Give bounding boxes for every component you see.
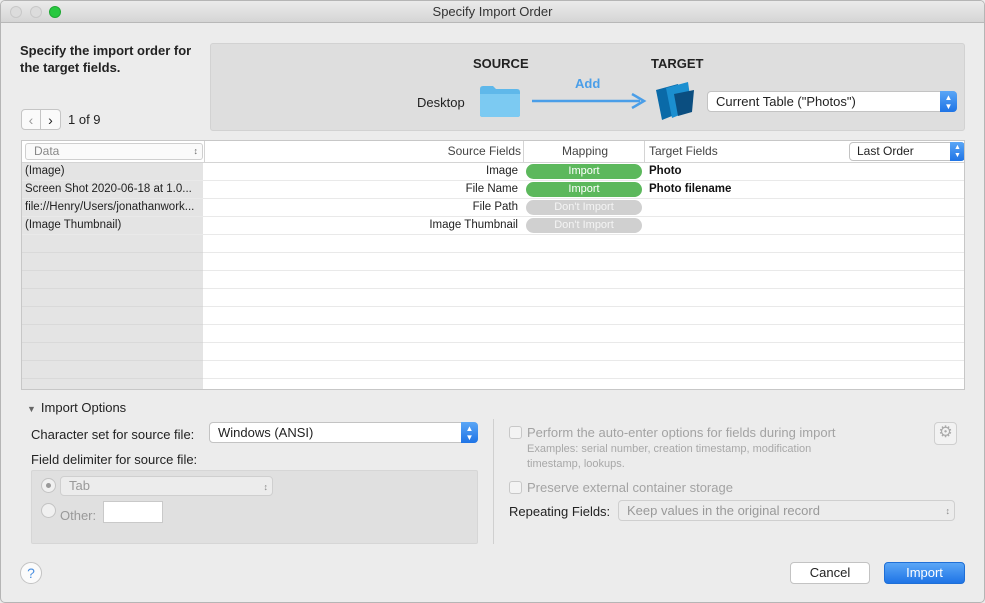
minimize-window-button[interactable] xyxy=(30,6,42,18)
autoenter-label: Perform the auto-enter options for field… xyxy=(527,425,836,440)
folder-icon xyxy=(480,86,520,117)
repeating-fields-select[interactable]: Keep values in the original record ↕ xyxy=(618,500,955,521)
arrow-right-icon xyxy=(532,93,647,109)
charset-select[interactable]: Windows (ANSI) ▲ ▼ xyxy=(209,422,478,443)
table-row[interactable]: file://Henry/Users/jonathanwork... File … xyxy=(22,199,964,217)
delimiter-select[interactable]: Tab ↕ xyxy=(60,476,273,496)
options-divider xyxy=(493,419,494,544)
help-button[interactable]: ? xyxy=(20,562,42,584)
delimiter-value: Tab xyxy=(69,478,90,493)
delimiter-other-radio[interactable] xyxy=(41,503,56,518)
charset-label: Character set for source file: xyxy=(31,427,195,442)
table-row[interactable]: Screen Shot 2020-06-18 at 1.0... File Na… xyxy=(22,181,964,199)
data-cell: file://Henry/Users/jonathanwork... xyxy=(25,201,195,213)
action-label: Add xyxy=(575,76,601,91)
window-title: Specify Import Order xyxy=(432,4,553,19)
preserve-storage-label: Preserve external container storage xyxy=(527,480,733,495)
mapping-toggle[interactable]: Import xyxy=(526,164,642,179)
data-cell: Screen Shot 2020-06-18 at 1.0... xyxy=(25,183,192,195)
source-field-cell: File Path xyxy=(472,201,518,213)
empty-row xyxy=(22,361,964,379)
empty-row xyxy=(22,343,964,361)
data-cell: (Image) xyxy=(25,165,65,177)
preserve-storage-checkbox[interactable] xyxy=(509,481,522,494)
other-label: Other: xyxy=(60,508,97,523)
zoom-window-button[interactable] xyxy=(49,6,61,18)
import-options-left: Character set for source file: Windows (… xyxy=(31,419,479,544)
table-row[interactable]: (Image Thumbnail) Image Thumbnail Don't … xyxy=(22,217,964,235)
select-stepper-icon: ▲ ▼ xyxy=(940,91,957,112)
mapping-header: Mapping xyxy=(562,144,609,158)
import-options-toggle[interactable]: ▼ Import Options xyxy=(27,400,126,415)
repeating-fields-value: Keep values in the original record xyxy=(627,503,820,518)
target-field-cell: Photo xyxy=(649,165,682,177)
table-row[interactable]: (Image) Image Import Photo xyxy=(22,163,964,181)
mapping-toggle[interactable]: Import xyxy=(526,182,642,197)
select-stepper-icon: ▲ ▼ xyxy=(950,142,964,161)
select-stepper-icon: ▲ ▼ xyxy=(461,422,478,443)
close-window-button[interactable] xyxy=(10,6,22,18)
delimiter-group: Tab ↕ Other: xyxy=(31,470,478,544)
disclosure-triangle-icon: ▼ xyxy=(27,404,36,414)
dialog-prompt: Specify the import order for the target … xyxy=(20,43,192,75)
order-select[interactable]: Last Order ▲ ▼ xyxy=(849,142,964,161)
delimiter-label: Field delimiter for source file: xyxy=(31,452,198,467)
target-field-cell: Photo filename xyxy=(649,183,732,195)
gear-icon[interactable]: ⚙ xyxy=(934,422,957,445)
source-name: Desktop xyxy=(417,95,465,110)
record-counter: 1 of 9 xyxy=(68,112,101,127)
updown-icon: ↕ xyxy=(193,146,199,156)
mapping-toggle[interactable]: Don't Import xyxy=(526,200,642,215)
import-order-dialog: Specify Import Order Specify the import … xyxy=(0,0,985,603)
delimiter-tab-radio[interactable] xyxy=(41,478,56,493)
data-source-select[interactable]: Data ↕ xyxy=(25,143,203,160)
empty-row xyxy=(22,235,964,253)
grid-header: Data ↕ Source Fields Mapping Target Fiel… xyxy=(22,141,964,163)
chevron-right-icon: › xyxy=(48,111,53,128)
target-table-value: Current Table ("Photos") xyxy=(716,94,856,109)
repeating-fields-label: Repeating Fields: xyxy=(509,504,611,519)
empty-row xyxy=(22,289,964,307)
source-field-cell: Image Thumbnail xyxy=(429,219,518,231)
field-mapping-grid: Data ↕ Source Fields Mapping Target Fiel… xyxy=(21,140,965,390)
updown-icon: ↕ xyxy=(263,482,269,492)
import-button[interactable]: Import xyxy=(884,562,965,584)
previous-record-button[interactable]: ‹ xyxy=(21,109,41,130)
target-heading: TARGET xyxy=(651,56,704,71)
column-divider xyxy=(204,141,205,163)
empty-row xyxy=(22,253,964,271)
source-field-cell: Image xyxy=(486,165,518,177)
record-navigator: ‹ › 1 of 9 xyxy=(21,109,101,130)
order-select-value: Last Order xyxy=(857,144,914,158)
autoenter-checkbox[interactable] xyxy=(509,426,522,439)
source-field-cell: File Name xyxy=(465,183,518,195)
import-flow-panel: SOURCE TARGET Desktop Add Current Table … xyxy=(210,43,965,131)
source-heading: SOURCE xyxy=(473,56,529,71)
column-divider xyxy=(523,141,524,163)
empty-row xyxy=(22,325,964,343)
target-table-select[interactable]: Current Table ("Photos") ▲ ▼ xyxy=(707,91,957,112)
empty-row xyxy=(22,307,964,325)
chevron-left-icon: ‹ xyxy=(28,111,34,128)
import-options-label: Import Options xyxy=(40,400,127,415)
next-record-button[interactable]: › xyxy=(41,109,61,130)
other-delimiter-input[interactable] xyxy=(103,501,163,523)
data-source-value: Data xyxy=(34,144,60,158)
autoenter-examples: Examples: serial number, creation timest… xyxy=(527,443,812,470)
charset-value: Windows (ANSI) xyxy=(218,425,314,440)
source-fields-header: Source Fields xyxy=(447,144,521,158)
empty-row xyxy=(22,271,964,289)
updown-icon: ↕ xyxy=(945,506,951,516)
column-divider xyxy=(644,141,645,163)
cancel-button[interactable]: Cancel xyxy=(790,562,870,584)
data-cell: (Image Thumbnail) xyxy=(25,219,122,231)
target-fields-header: Target Fields xyxy=(649,144,718,158)
title-bar: Specify Import Order xyxy=(1,1,984,23)
filemaker-icon xyxy=(656,82,694,120)
mapping-toggle[interactable]: Don't Import xyxy=(526,218,642,233)
